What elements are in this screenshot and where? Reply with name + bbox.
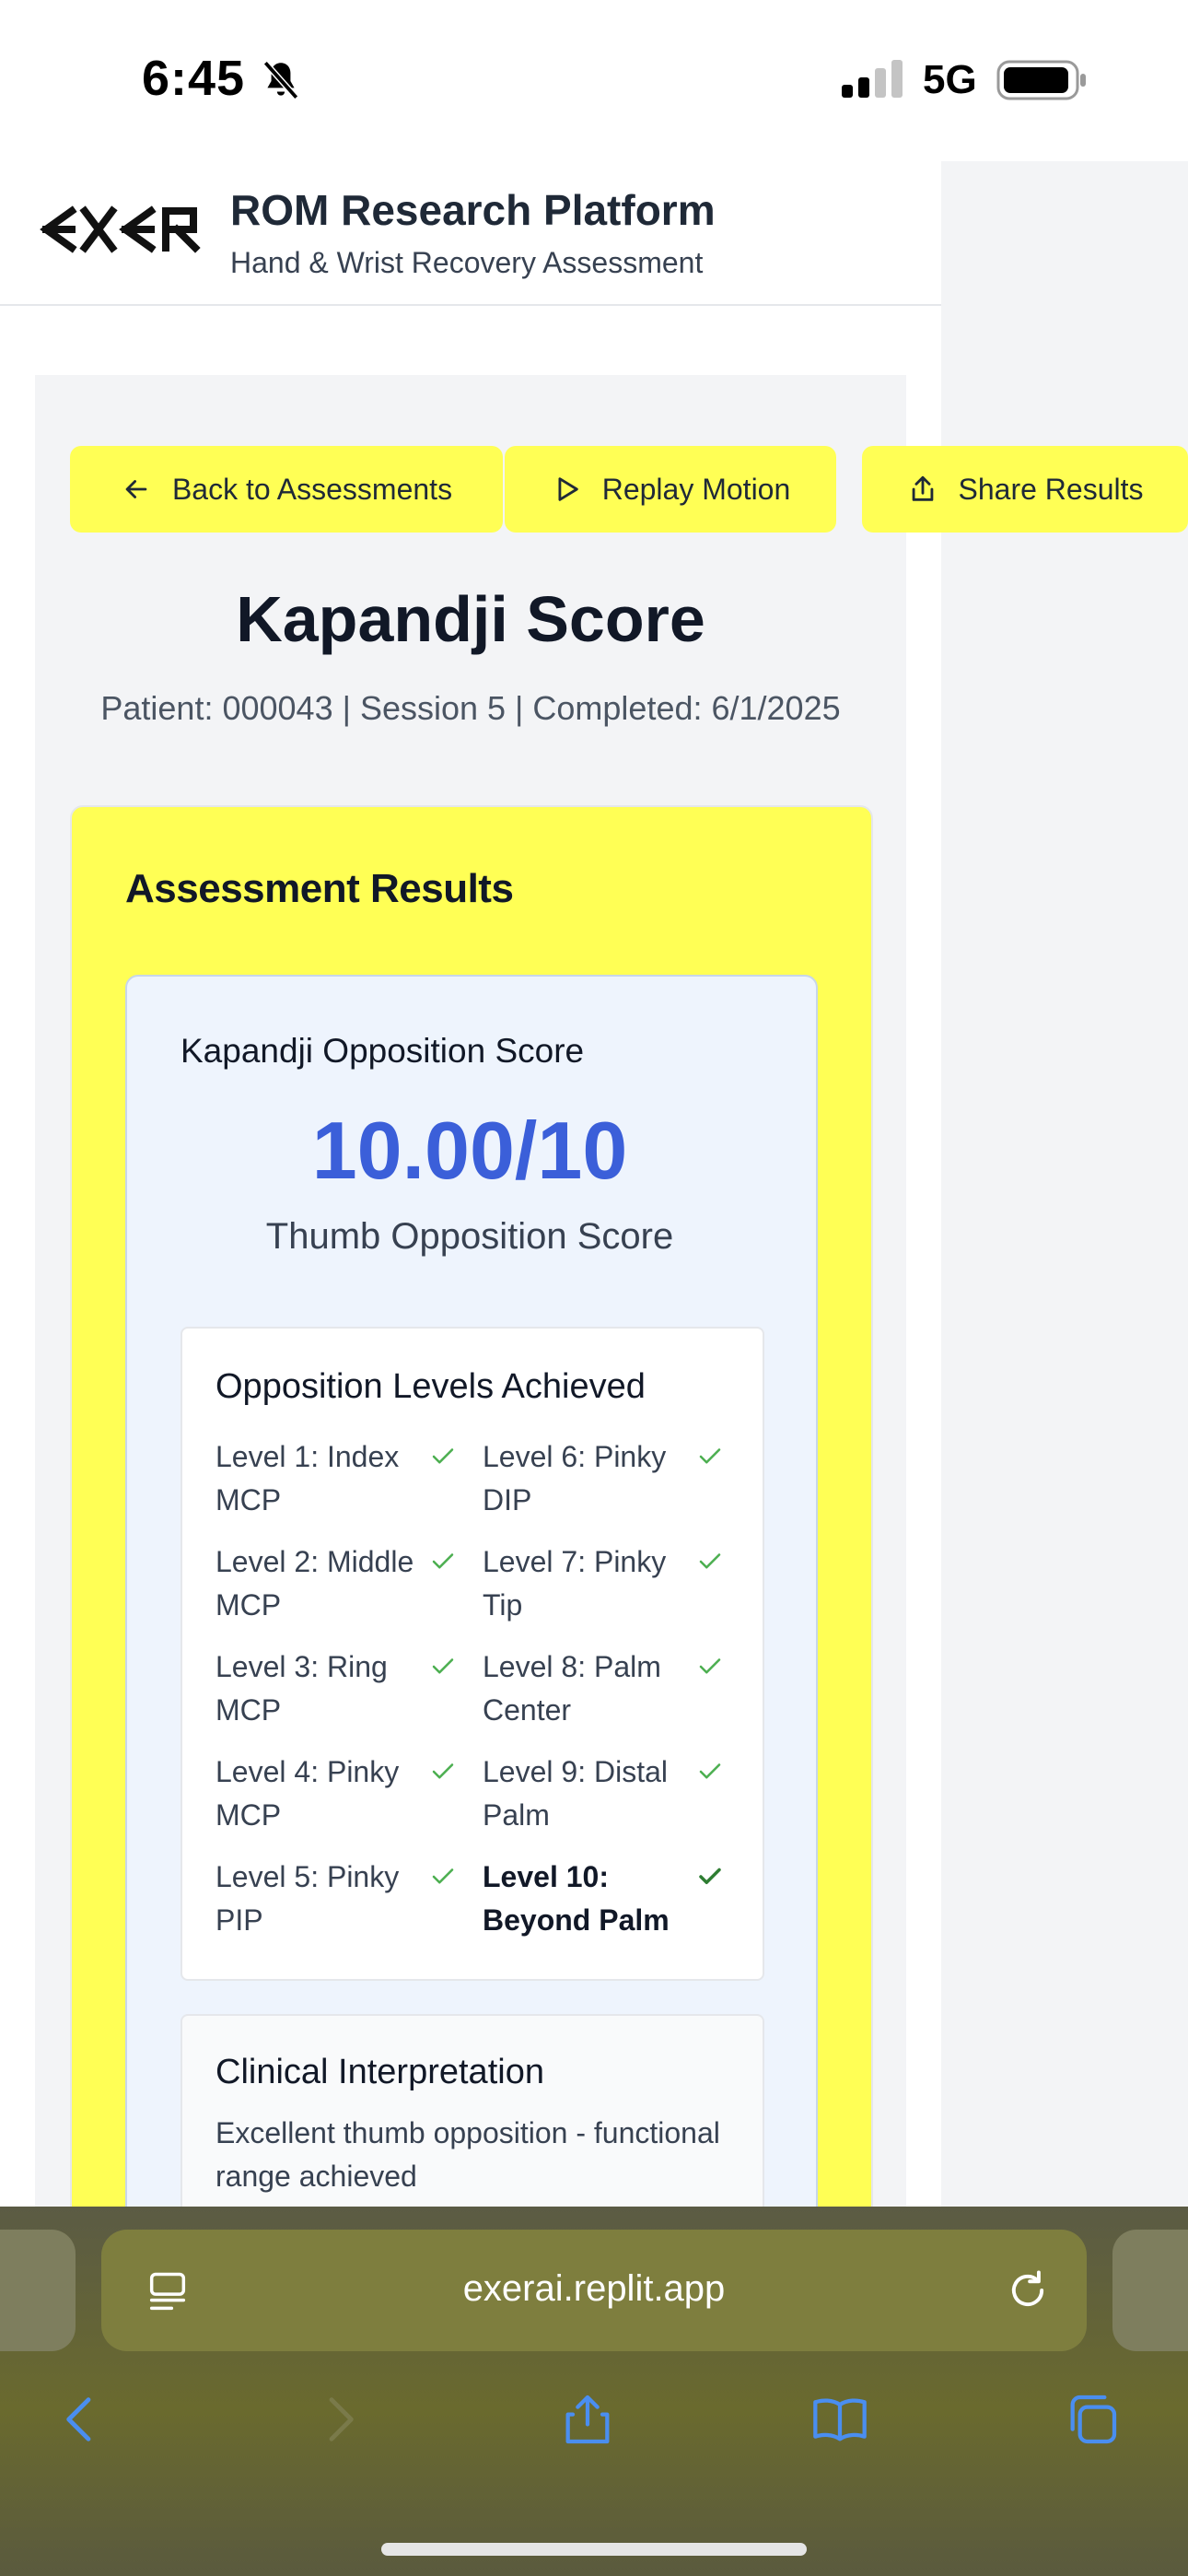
level-item: Level 9: Distal Palm xyxy=(483,1755,668,1832)
replay-button-label: Replay Motion xyxy=(601,472,791,506)
share-results-button[interactable]: Share Results xyxy=(862,446,1188,533)
replay-motion-button[interactable]: Replay Motion xyxy=(505,446,836,533)
clinical-interpretation-heading: Clinical Interpretation xyxy=(215,2053,544,2091)
home-indicator[interactable] xyxy=(381,2543,807,2556)
level-item: Level 10: Beyond Palm xyxy=(483,1860,670,1937)
level-item: Level 6: Pinky DIP xyxy=(483,1440,667,1516)
back-to-assessments-button[interactable]: Back to Assessments xyxy=(70,446,503,533)
check-icon xyxy=(432,1448,454,1464)
check-icon xyxy=(699,1553,721,1569)
session-meta: Patient: 000043 | Session 5 | Completed:… xyxy=(100,689,841,727)
app-subtitle: Hand & Wrist Recovery Assessment xyxy=(230,246,704,279)
level-item: Level 4: Pinky MCP xyxy=(215,1755,400,1832)
play-icon xyxy=(558,477,578,501)
level-item: Level 5: Pinky PIP xyxy=(215,1860,400,1937)
opposition-levels-heading: Opposition Levels Achieved xyxy=(215,1367,646,1406)
level-item: Level 3: Ring MCP xyxy=(215,1650,388,1727)
reload-icon[interactable] xyxy=(1004,2265,1052,2316)
clinical-interpretation-text: Excellent thumb opposition - functional … xyxy=(215,2116,720,2193)
share-button-label: Share Results xyxy=(958,472,1144,506)
tabs-icon[interactable] xyxy=(1063,2390,1122,2449)
forward-arrow-icon[interactable] xyxy=(309,2390,368,2449)
assessment-results-heading: Assessment Results xyxy=(125,866,514,911)
check-icon xyxy=(432,1763,454,1779)
bookmarks-icon[interactable] xyxy=(810,2390,869,2449)
app-header: ROM Research Platform Hand & Wrist Recov… xyxy=(0,161,941,306)
score-label: Kapandji Opposition Score xyxy=(181,1032,585,1070)
app-title: ROM Research Platform xyxy=(230,186,716,234)
level-item: Level 2: Middle MCP xyxy=(215,1545,414,1622)
level-item: Level 7: Pinky Tip xyxy=(483,1545,667,1622)
battery-icon xyxy=(996,60,1086,100)
status-time: 6:45 xyxy=(142,51,246,106)
url-text[interactable]: exerai.replit.app xyxy=(101,2268,1087,2310)
exer-logo[interactable] xyxy=(37,202,203,257)
share-sheet-icon[interactable] xyxy=(558,2390,617,2449)
status-bar: 6:45 5G xyxy=(0,0,1188,161)
level-item: Level 8: Palm Center xyxy=(483,1650,661,1727)
arrow-left-icon xyxy=(125,480,147,498)
network-type: 5G xyxy=(923,57,977,102)
previous-tab-preview[interactable] xyxy=(0,2230,76,2351)
check-icon xyxy=(699,1868,721,1884)
back-arrow-icon[interactable] xyxy=(52,2390,111,2449)
check-icon xyxy=(699,1658,721,1674)
check-icon xyxy=(432,1553,454,1569)
page-title: Kapandji Score xyxy=(236,583,705,655)
share-icon xyxy=(912,475,933,501)
check-icon xyxy=(432,1658,454,1674)
bell-slash-icon xyxy=(262,61,299,100)
back-button-label: Back to Assessments xyxy=(171,472,453,506)
next-tab-preview[interactable] xyxy=(1112,2230,1188,2351)
cellular-signal-icon xyxy=(842,60,903,98)
check-icon xyxy=(699,1448,721,1464)
check-icon xyxy=(432,1868,454,1884)
score-caption: Thumb Opposition Score xyxy=(265,1216,674,1257)
score-value: 10.00/10 xyxy=(311,1105,628,1196)
check-icon xyxy=(699,1763,721,1779)
level-item: Level 1: Index MCP xyxy=(215,1440,400,1516)
